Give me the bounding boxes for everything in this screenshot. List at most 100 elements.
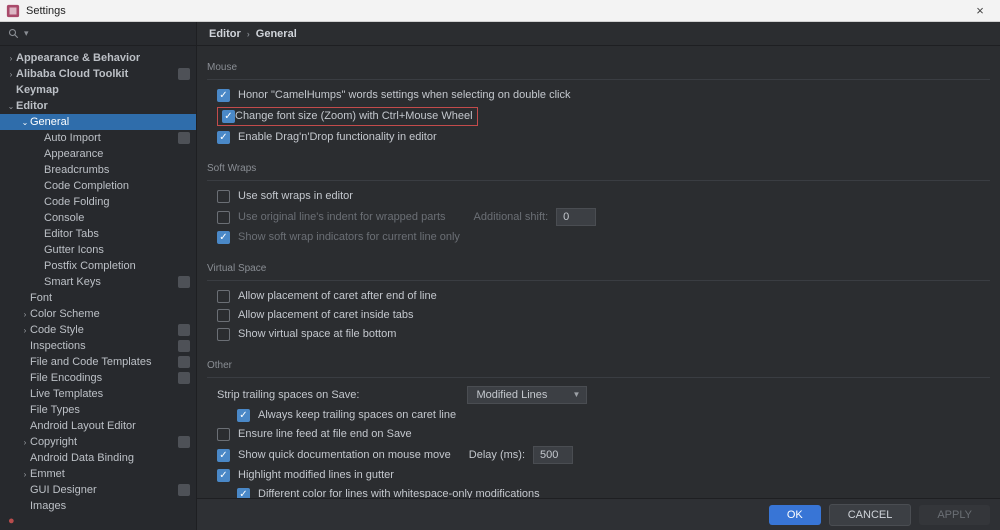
sidebar-item-label: Copyright	[30, 436, 174, 448]
checkbox[interactable]: ✓	[217, 131, 230, 144]
sidebar-item-code-folding[interactable]: Code Folding	[0, 194, 196, 210]
extra-label: Additional shift:	[474, 210, 549, 225]
highlight-box: ✓Change font size (Zoom) with Ctrl+Mouse…	[217, 107, 478, 126]
option-label: Always keep trailing spaces on caret lin…	[258, 408, 456, 423]
option-row: ✓Highlight modified lines in gutter	[207, 466, 990, 485]
sidebar-item-label: Keymap	[16, 84, 190, 96]
sidebar-item-label: GUI Designer	[30, 484, 174, 496]
sidebar-item-color-scheme[interactable]: ›Color Scheme	[0, 306, 196, 322]
sidebar-item-copyright[interactable]: ›Copyright	[0, 434, 196, 450]
checkbox[interactable]	[217, 290, 230, 303]
sidebar-item-android-data-binding[interactable]: Android Data Binding	[0, 450, 196, 466]
option-row: ✓ Enable Drag'n'Drop functionality in edi…	[207, 128, 990, 147]
sidebar-item-label: Console	[44, 212, 190, 224]
expand-icon: ›	[6, 54, 16, 63]
breadcrumb: Editor › General	[197, 22, 1000, 46]
sidebar-item-label: Postfix Completion	[44, 260, 190, 272]
section-title: Virtual Space	[207, 259, 990, 281]
sidebar-item-label: Appearance	[44, 148, 190, 160]
sidebar-item-label: Code Style	[30, 324, 174, 336]
strip-spaces-select[interactable]: Modified Lines	[467, 386, 587, 404]
checkbox[interactable]	[217, 428, 230, 441]
sidebar-item-live-templates[interactable]: Live Templates	[0, 386, 196, 402]
ok-button[interactable]: OK	[769, 505, 821, 525]
sidebar-item-general[interactable]: ⌄General	[0, 114, 196, 130]
sidebar-item-label: Code Folding	[44, 196, 190, 208]
checkbox[interactable]	[217, 190, 230, 203]
section-title: Mouse	[207, 58, 990, 80]
project-badge-icon	[178, 324, 190, 336]
section-virtual: Virtual Space Allow placement of caret a…	[197, 255, 1000, 352]
sidebar-item-label: Font	[30, 292, 190, 304]
sidebar-item-appearance[interactable]: Appearance	[0, 146, 196, 162]
sidebar-item-code-style[interactable]: ›Code Style	[0, 322, 196, 338]
sidebar-item-console[interactable]: Console	[0, 210, 196, 226]
sidebar-item-label: Smart Keys	[44, 276, 174, 288]
sidebar-item-inspections[interactable]: Inspections	[0, 338, 196, 354]
option-label: Show soft wrap indicators for current li…	[238, 230, 460, 245]
sidebar-item-gui-designer[interactable]: GUI Designer	[0, 482, 196, 498]
sidebar-item-label: Emmet	[30, 468, 190, 480]
sidebar-item-images[interactable]: Images	[0, 498, 196, 512]
sidebar: ▾ ›Appearance & Behavior›Alibaba Cloud T…	[0, 22, 197, 530]
sidebar-item-smart-keys[interactable]: Smart Keys	[0, 274, 196, 290]
option-row: ✓Change font size (Zoom) with Ctrl+Mouse…	[207, 105, 990, 128]
sidebar-item-emmet[interactable]: ›Emmet	[0, 466, 196, 482]
checkbox[interactable]: ✓	[237, 409, 250, 422]
breadcrumb-root[interactable]: Editor	[209, 28, 241, 40]
option-row: ✓ Show soft wrap indicators for current l…	[207, 228, 990, 247]
sidebar-item-android-layout-editor[interactable]: Android Layout Editor	[0, 418, 196, 434]
settings-content: Mouse ✓Honor "CamelHumps" words settings…	[197, 46, 1000, 498]
sidebar-item-editor[interactable]: ⌄Editor	[0, 98, 196, 114]
sidebar-item-alibaba-cloud-toolkit[interactable]: ›Alibaba Cloud Toolkit	[0, 66, 196, 82]
checkbox[interactable]: ✓	[217, 469, 230, 482]
option-label: Change font size (Zoom) with Ctrl+Mouse …	[235, 110, 473, 122]
checkbox[interactable]: ✓	[217, 449, 230, 462]
sidebar-item-auto-import[interactable]: Auto Import	[0, 130, 196, 146]
sidebar-item-file-and-code-templates[interactable]: File and Code Templates	[0, 354, 196, 370]
sidebar-item-gutter-icons[interactable]: Gutter Icons	[0, 242, 196, 258]
sidebar-item-editor-tabs[interactable]: Editor Tabs	[0, 226, 196, 242]
sidebar-item-font[interactable]: Font	[0, 290, 196, 306]
sidebar-item-postfix-completion[interactable]: Postfix Completion	[0, 258, 196, 274]
option-label: Allow placement of caret inside tabs	[238, 308, 413, 323]
checkbox[interactable]: ✓	[217, 89, 230, 102]
sidebar-item-breadcrumbs[interactable]: Breadcrumbs	[0, 162, 196, 178]
checkbox[interactable]	[217, 328, 230, 341]
sidebar-item-label: Editor	[16, 100, 190, 112]
checkbox[interactable]	[217, 309, 230, 322]
window-title: Settings	[26, 5, 966, 17]
checkbox[interactable]	[217, 211, 230, 224]
option-label: Honor "CamelHumps" words settings when s…	[238, 88, 570, 103]
expand-icon: ›	[20, 310, 30, 319]
status-dot-icon: ●	[0, 512, 196, 530]
search-icon	[8, 28, 20, 40]
option-label: Enable Drag'n'Drop functionality in edit…	[238, 130, 437, 145]
sidebar-item-label: Android Data Binding	[30, 452, 190, 464]
option-label: Different color for lines with whitespac…	[258, 487, 540, 498]
option-row: Allow placement of caret inside tabs	[207, 306, 990, 325]
checkbox[interactable]: ✓	[237, 488, 250, 498]
expand-icon: ›	[20, 438, 30, 447]
close-icon[interactable]: ×	[966, 3, 994, 18]
search-field[interactable]: ▾	[0, 22, 196, 46]
section-title: Soft Wraps	[207, 159, 990, 181]
sidebar-item-appearance-behavior[interactable]: ›Appearance & Behavior	[0, 50, 196, 66]
sidebar-item-label: Appearance & Behavior	[16, 52, 190, 64]
expand-icon: ⌄	[20, 118, 30, 127]
app-icon	[6, 4, 20, 18]
sidebar-item-keymap[interactable]: Keymap	[0, 82, 196, 98]
sidebar-item-label: Live Templates	[30, 388, 190, 400]
checkbox[interactable]: ✓	[222, 110, 235, 123]
delay-input[interactable]	[533, 446, 573, 464]
option-row: Allow placement of caret after end of li…	[207, 287, 990, 306]
settings-tree: ›Appearance & Behavior›Alibaba Cloud Too…	[0, 46, 196, 512]
option-label: Ensure line feed at file end on Save	[238, 427, 412, 442]
option-row: ✓ Different color for lines with whitespa…	[207, 485, 990, 498]
sidebar-item-file-encodings[interactable]: File Encodings	[0, 370, 196, 386]
sidebar-item-file-types[interactable]: File Types	[0, 402, 196, 418]
sidebar-item-code-completion[interactable]: Code Completion	[0, 178, 196, 194]
section-other: Other Strip trailing spaces on Save: Mod…	[197, 352, 1000, 498]
checkbox[interactable]: ✓	[217, 231, 230, 244]
cancel-button[interactable]: CANCEL	[829, 504, 912, 526]
